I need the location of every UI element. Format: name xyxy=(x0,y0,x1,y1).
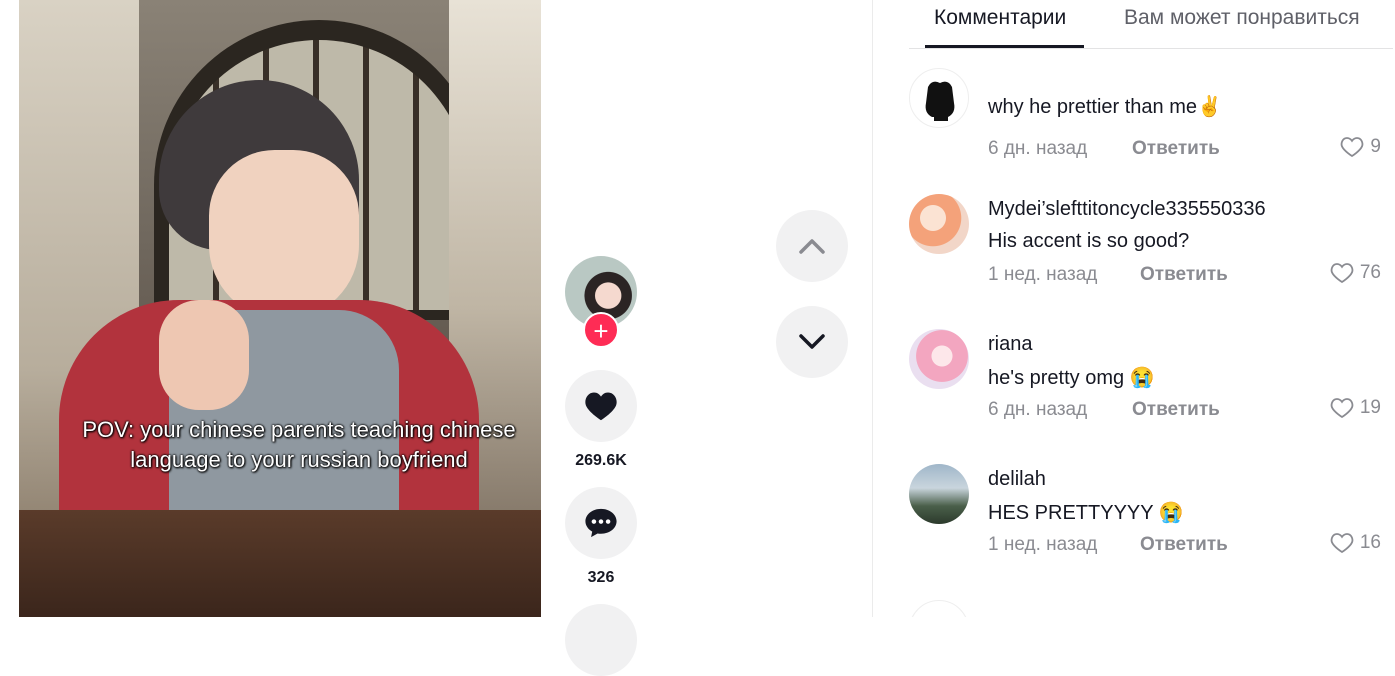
comment-username[interactable]: delilah xyxy=(988,468,1046,491)
comment-text: he's pretty omg 😭 xyxy=(988,367,1155,389)
comment-like-count: 19 xyxy=(1359,397,1381,418)
reply-button[interactable]: Ответить xyxy=(1132,399,1220,421)
tab-suggested[interactable]: Вам может понравиться xyxy=(1124,6,1360,30)
comment-avatar[interactable] xyxy=(909,464,969,524)
video-person-hand xyxy=(159,300,249,410)
comment-time: 6 дн. назад xyxy=(988,399,1088,420)
comment-username[interactable]: riana xyxy=(988,333,1032,356)
comment-like-count: 9 xyxy=(1370,136,1381,157)
video-caption: POV: your chinese parents teaching chine… xyxy=(82,417,516,472)
comment-count: 326 xyxy=(587,569,615,586)
like-count: 269.6K xyxy=(575,452,627,469)
chevron-up-icon xyxy=(799,239,825,254)
comment-item: Mydei’slefttitoncycle335550336 His accen… xyxy=(909,194,1389,304)
reply-button[interactable]: Ответить xyxy=(1140,264,1228,286)
bookmark-button[interactable] xyxy=(565,604,637,676)
comment-avatar[interactable] xyxy=(909,194,969,254)
comment-time: 6 дн. назад xyxy=(988,138,1088,159)
follow-button[interactable]: + xyxy=(583,312,619,348)
like-button[interactable] xyxy=(565,370,637,442)
heart-outline-icon xyxy=(1341,137,1364,158)
comment-item: delilah HES PRETTYYYY 😭 1 нед. назад Отв… xyxy=(909,464,1389,574)
comment-item: riana he's pretty omg 😭 6 дн. назад Отве… xyxy=(909,329,1389,439)
chevron-down-icon xyxy=(799,334,825,349)
reply-button[interactable]: Ответить xyxy=(1132,138,1220,160)
next-video-button[interactable] xyxy=(776,306,848,378)
comment-item: why he prettier than me✌ 6 дн. назад Отв… xyxy=(909,68,1389,178)
avatar-image xyxy=(925,81,955,121)
comment-avatar[interactable] xyxy=(909,600,969,617)
author-avatar-container[interactable]: + xyxy=(565,256,637,348)
heart-outline-icon xyxy=(1330,398,1354,419)
comment-time: 1 нед. назад xyxy=(988,534,1098,555)
comment-like-button[interactable]: 19 xyxy=(1330,397,1381,419)
heart-icon xyxy=(585,392,617,421)
comment-username[interactable]: Mydei’slefttitoncycle335550336 xyxy=(988,198,1266,221)
comment-icon xyxy=(585,508,617,538)
comment-like-button[interactable]: 76 xyxy=(1330,262,1381,284)
video-player[interactable]: POV: your chinese parents teaching chine… xyxy=(19,0,541,617)
comment-text: His accent is so good? xyxy=(988,230,1190,252)
video-person-face xyxy=(209,150,359,320)
comment-text: why he prettier than me✌ xyxy=(988,96,1222,118)
comments-panel: Комментарии Вам может понравиться why he… xyxy=(872,0,1395,617)
comment-button[interactable] xyxy=(565,487,637,559)
heart-outline-icon xyxy=(1330,263,1354,284)
tab-comments[interactable]: Комментарии xyxy=(934,6,1066,30)
comment-like-button[interactable]: 16 xyxy=(1330,532,1381,554)
video-table xyxy=(19,510,541,617)
comment-like-count: 16 xyxy=(1359,532,1381,553)
comment-like-count: 76 xyxy=(1359,262,1381,283)
comment-avatar[interactable] xyxy=(909,329,969,389)
active-tab-indicator xyxy=(925,45,1084,48)
previous-video-button[interactable] xyxy=(776,210,848,282)
heart-outline-icon xyxy=(1330,533,1354,554)
comment-time: 1 нед. назад xyxy=(988,264,1098,285)
comment-text: HES PRETTYYYY 😭 xyxy=(988,502,1184,524)
reply-button[interactable]: Ответить xyxy=(1140,534,1228,556)
comment-like-button[interactable]: 9 xyxy=(1340,136,1381,158)
comment-avatar[interactable] xyxy=(909,68,969,128)
panel-tabs: Комментарии Вам может понравиться xyxy=(909,0,1393,49)
